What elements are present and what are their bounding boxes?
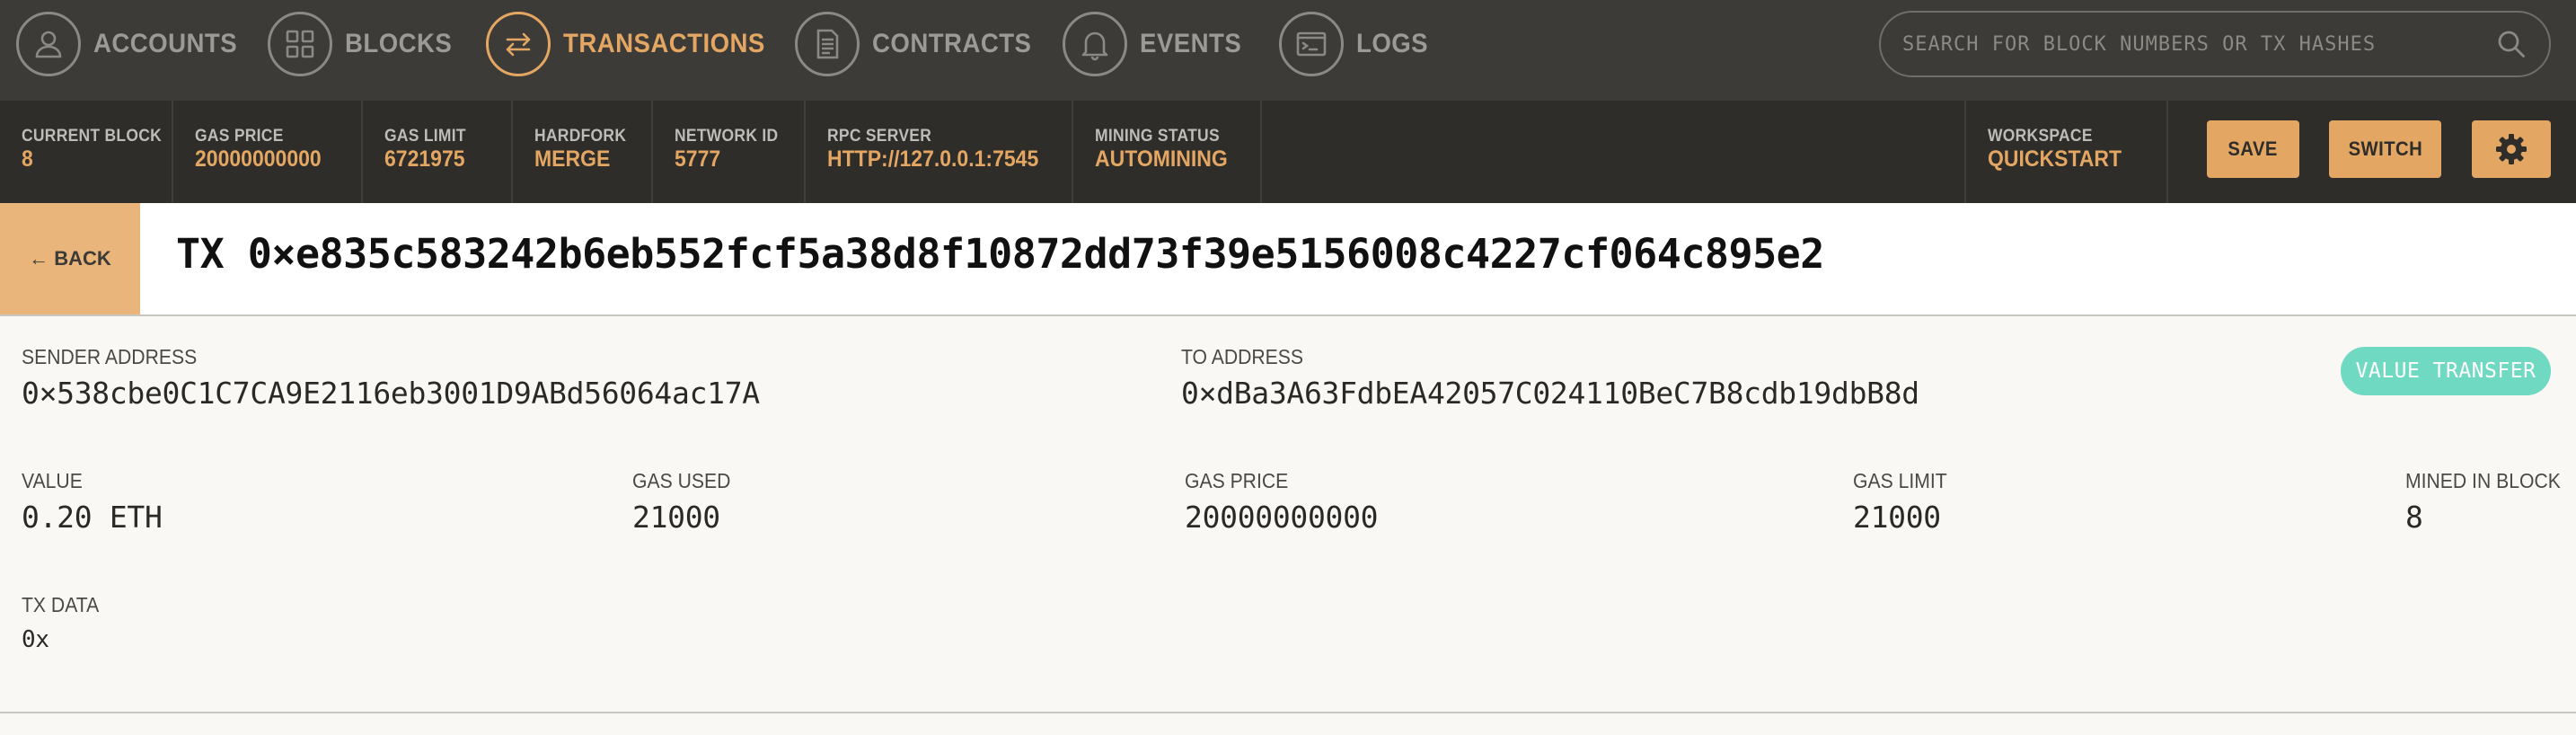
save-button[interactable]: SAVE bbox=[2207, 120, 2299, 178]
nav-logs[interactable]: LOGS bbox=[1279, 11, 1434, 77]
gas-used-label: GAS USED bbox=[632, 469, 731, 492]
nav-logs-label: LOGS bbox=[1356, 29, 1429, 58]
tx-data-label: TX DATA bbox=[22, 593, 100, 616]
tx-data-value: 0x bbox=[22, 626, 49, 653]
top-navigation: ACCOUNTS BLOCKS TRANSACTIONS CONTRACTS E… bbox=[0, 0, 2576, 101]
gas-price-stat: GAS PRICE 20000000000 bbox=[173, 101, 363, 203]
nav-contracts-label: CONTRACTS bbox=[872, 29, 1032, 58]
gas-limit-stat: GAS LIMIT 6721975 bbox=[363, 101, 513, 203]
hardfork-label: HARDFORK bbox=[534, 127, 627, 146]
mining-status-stat: MINING STATUS AUTOMINING bbox=[1073, 101, 1262, 203]
network-id-value: 5777 bbox=[675, 146, 721, 172]
nav-events-label: EVENTS bbox=[1140, 29, 1242, 58]
nav-blocks[interactable]: BLOCKS bbox=[268, 11, 462, 77]
nav-accounts-label: ACCOUNTS bbox=[93, 29, 238, 58]
search-bar bbox=[1879, 11, 2551, 77]
tx-gas-price-value: 20000000000 bbox=[1185, 500, 1379, 535]
grid-icon bbox=[268, 12, 332, 76]
value-value: 0.20 ETH bbox=[22, 500, 163, 535]
back-button[interactable]: ← BACK bbox=[0, 203, 140, 314]
workspace-value: QUICKSTART bbox=[1988, 146, 2122, 172]
page-title: TX 0×e835c583242b6eb552fcf5a38d8f10872dd… bbox=[176, 230, 1824, 278]
settings-button[interactable] bbox=[2472, 120, 2551, 178]
sender-address-label: SENDER ADDRESS bbox=[22, 345, 198, 368]
status-bar: CURRENT BLOCK 8 GAS PRICE 20000000000 GA… bbox=[0, 101, 2576, 203]
gas-price-value: 20000000000 bbox=[195, 146, 322, 172]
mining-status-value: AUTOMINING bbox=[1095, 146, 1228, 172]
gear-icon bbox=[2496, 134, 2527, 164]
rpc-server-value: HTTP://127.0.0.1:7545 bbox=[827, 146, 1039, 172]
current-block-stat: CURRENT BLOCK 8 bbox=[0, 101, 173, 203]
gas-limit-value: 6721975 bbox=[384, 146, 465, 172]
transaction-header: ← BACK TX 0×e835c583242b6eb552fcf5a38d8f… bbox=[0, 203, 2576, 316]
workspace-label: WORKSPACE bbox=[1988, 127, 2093, 146]
document-icon bbox=[795, 12, 860, 76]
to-address-label: TO ADDRESS bbox=[1181, 345, 1304, 368]
to-address-field: TO ADDRESS 0×dBa3A63FdbEA42057C024110BeC… bbox=[1181, 345, 1919, 412]
gas-limit-label: GAS LIMIT bbox=[384, 127, 466, 146]
tx-data-field: TX DATA 0x bbox=[22, 593, 106, 658]
current-block-value: 8 bbox=[22, 146, 33, 172]
sender-address-field: SENDER ADDRESS 0×538cbe0C1C7CA9E2116eb30… bbox=[22, 345, 760, 412]
tx-gas-limit-label: GAS LIMIT bbox=[1853, 469, 1947, 492]
save-button-label: SAVE bbox=[2228, 137, 2279, 160]
gas-used-field: GAS USED 21000 bbox=[632, 469, 739, 536]
mined-in-block-value: 8 bbox=[2405, 500, 2423, 535]
network-id-stat: NETWORK ID 5777 bbox=[653, 101, 806, 203]
hardfork-value: MERGE bbox=[534, 146, 611, 172]
to-address-value: 0×dBa3A63FdbEA42057C024110BeC7B8cdb19dbB… bbox=[1181, 376, 1919, 411]
rpc-server-label: RPC SERVER bbox=[827, 127, 932, 146]
network-id-label: NETWORK ID bbox=[675, 127, 779, 146]
mined-in-block-label: MINED IN BLOCK bbox=[2405, 469, 2561, 492]
mined-in-block-field: MINED IN BLOCK 8 bbox=[2405, 469, 2574, 536]
bell-icon bbox=[1063, 12, 1127, 76]
rpc-server-stat: RPC SERVER HTTP://127.0.0.1:7545 bbox=[806, 101, 1073, 203]
tx-gas-limit-value: 21000 bbox=[1853, 500, 1941, 535]
nav-transactions-label: TRANSACTIONS bbox=[563, 29, 765, 58]
divider bbox=[0, 712, 2576, 713]
nav-contracts[interactable]: CONTRACTS bbox=[795, 11, 1045, 77]
value-label: VALUE bbox=[22, 469, 83, 492]
search-input[interactable] bbox=[1902, 32, 2495, 56]
back-button-label: ← BACK bbox=[29, 247, 111, 270]
hardfork-stat: HARDFORK MERGE bbox=[513, 101, 653, 203]
tx-gas-price-label: GAS PRICE bbox=[1185, 469, 1289, 492]
tx-gas-limit-field: GAS LIMIT 21000 bbox=[1853, 469, 1955, 536]
mining-status-label: MINING STATUS bbox=[1095, 127, 1220, 146]
nav-accounts[interactable]: ACCOUNTS bbox=[16, 11, 250, 77]
tx-gas-price-field: GAS PRICE 20000000000 bbox=[1185, 469, 1379, 536]
terminal-icon bbox=[1279, 12, 1344, 76]
nav-events[interactable]: EVENTS bbox=[1063, 11, 1250, 77]
gas-price-label: GAS PRICE bbox=[195, 127, 284, 146]
workspace-stat: WORKSPACE QUICKSTART bbox=[1964, 101, 2168, 203]
user-icon bbox=[16, 12, 81, 76]
gas-used-value: 21000 bbox=[632, 500, 720, 535]
switch-button-label: SWITCH bbox=[2348, 137, 2422, 160]
search-icon[interactable] bbox=[2495, 28, 2527, 60]
value-field: VALUE 0.20 ETH bbox=[22, 469, 163, 536]
nav-blocks-label: BLOCKS bbox=[345, 29, 453, 58]
tx-type-badge: VALUE TRANSFER bbox=[2341, 347, 2551, 395]
switch-button[interactable]: SWITCH bbox=[2329, 120, 2441, 178]
sender-address-value: 0×538cbe0C1C7CA9E2116eb3001D9ABd56064ac1… bbox=[22, 376, 760, 411]
nav-transactions[interactable]: TRANSACTIONS bbox=[486, 11, 782, 77]
transfer-arrows-icon bbox=[486, 12, 551, 76]
current-block-label: CURRENT BLOCK bbox=[22, 127, 163, 146]
